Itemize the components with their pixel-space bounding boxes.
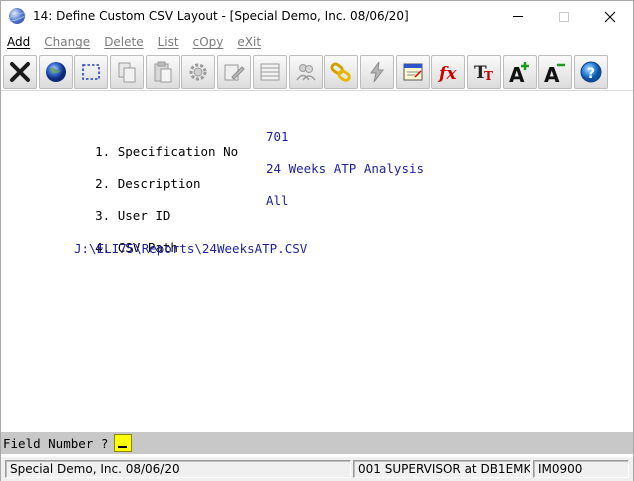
field-number: 2. (95, 176, 111, 191)
toolbar-font-increase-button[interactable]: A (502, 54, 537, 89)
menu-change[interactable]: Change (44, 35, 90, 49)
minimize-button[interactable] (495, 1, 541, 32)
toolbar-font-decrease-button[interactable]: A (538, 54, 573, 89)
field-label: Description (117, 176, 201, 191)
table-list-icon (260, 63, 280, 80)
close-icon (604, 11, 616, 22)
font-increase-icon: A (509, 61, 529, 84)
field-value-description[interactable]: 24 Weeks ATP Analysis (266, 161, 424, 176)
menu-add[interactable]: Add (7, 35, 30, 49)
minimize-icon (513, 16, 523, 17)
help-icon: ? (580, 61, 602, 82)
toolbar-link-button[interactable] (324, 54, 359, 89)
field-label: Specification No (117, 144, 239, 159)
font-size-icon: TT (474, 63, 493, 83)
field-number: 1. (95, 144, 111, 159)
maximize-button[interactable] (541, 1, 587, 32)
field-number: 3. (95, 208, 111, 223)
status-bar: Special Demo, Inc. 08/06/20 001 SUPERVIS… (1, 457, 633, 481)
toolbar-settings-button[interactable] (181, 54, 216, 89)
lightning-icon (369, 61, 384, 82)
menu-delete[interactable]: Delete (104, 35, 143, 49)
svg-text:?: ? (587, 66, 595, 82)
toolbar-select-button[interactable] (74, 54, 109, 89)
close-x-icon (10, 61, 30, 82)
status-program: IM0900 (533, 460, 629, 478)
menu-list[interactable]: List (158, 35, 179, 49)
close-window-button[interactable] (587, 1, 633, 32)
font-decrease-icon: A (544, 63, 566, 84)
field-value-spec-no[interactable]: 701 (266, 129, 289, 144)
prompt-label: Field Number ? (3, 435, 109, 451)
copy-pages-icon (118, 62, 136, 82)
toolbar-window-button[interactable] (395, 54, 430, 89)
calendar-window-icon (403, 63, 423, 80)
title-bar[interactable]: 14: Define Custom CSV Layout - [Special … (1, 1, 633, 32)
globe-icon (45, 61, 66, 82)
field-number-input[interactable] (114, 434, 133, 452)
toolbar-users-button[interactable] (288, 54, 323, 89)
toolbar-action-button[interactable] (359, 54, 394, 89)
command-prompt: Field Number ? (1, 432, 633, 454)
chain-link-icon (330, 62, 351, 82)
toolbar-globe-button[interactable] (38, 54, 73, 89)
maximize-icon (559, 11, 569, 22)
edit-pencil-icon (224, 64, 245, 80)
toolbar-copy-button[interactable] (110, 54, 145, 89)
status-company: Special Demo, Inc. 08/06/20 (5, 460, 351, 478)
toolbar-list-button[interactable] (252, 54, 287, 89)
field-label: User ID (117, 208, 171, 223)
field-value-csv-path[interactable]: J:\ELI75\Reports\24WeeksATP.CSV (74, 241, 307, 256)
toolbar-function-button[interactable]: fx (431, 54, 466, 89)
function-fx-icon: fx (438, 64, 457, 84)
app-globe-icon (9, 8, 25, 24)
toolbar-paste-button[interactable] (145, 54, 180, 89)
users-icon (295, 63, 316, 80)
form-area: 1. Specification No 701 2. Description 2… (1, 92, 633, 432)
menu-exit[interactable]: eXit (237, 35, 261, 49)
toolbar-exit-button[interactable] (3, 54, 37, 89)
field-value-user-id[interactable]: All (266, 193, 289, 208)
menu-bar: Add Change Delete List cOpy eXit (1, 32, 633, 52)
toolbar: fx TT A A ? (1, 53, 633, 91)
app-window: 14: Define Custom CSV Layout - [Special … (0, 0, 634, 481)
svg-text:fx: fx (438, 64, 457, 84)
toolbar-font-button[interactable]: TT (466, 54, 501, 89)
select-box-icon (82, 63, 101, 80)
toolbar-help-button[interactable]: ? (574, 54, 608, 89)
window-title: 14: Define Custom CSV Layout - [Special … (33, 9, 409, 23)
gear-icon (189, 63, 207, 80)
toolbar-edit-button[interactable] (217, 54, 252, 89)
paste-clipboard-icon (154, 61, 172, 82)
status-user: 001 SUPERVISOR at DB1EMK (353, 460, 531, 478)
menu-copy[interactable]: cOpy (193, 35, 224, 49)
svg-text:T: T (484, 69, 493, 83)
